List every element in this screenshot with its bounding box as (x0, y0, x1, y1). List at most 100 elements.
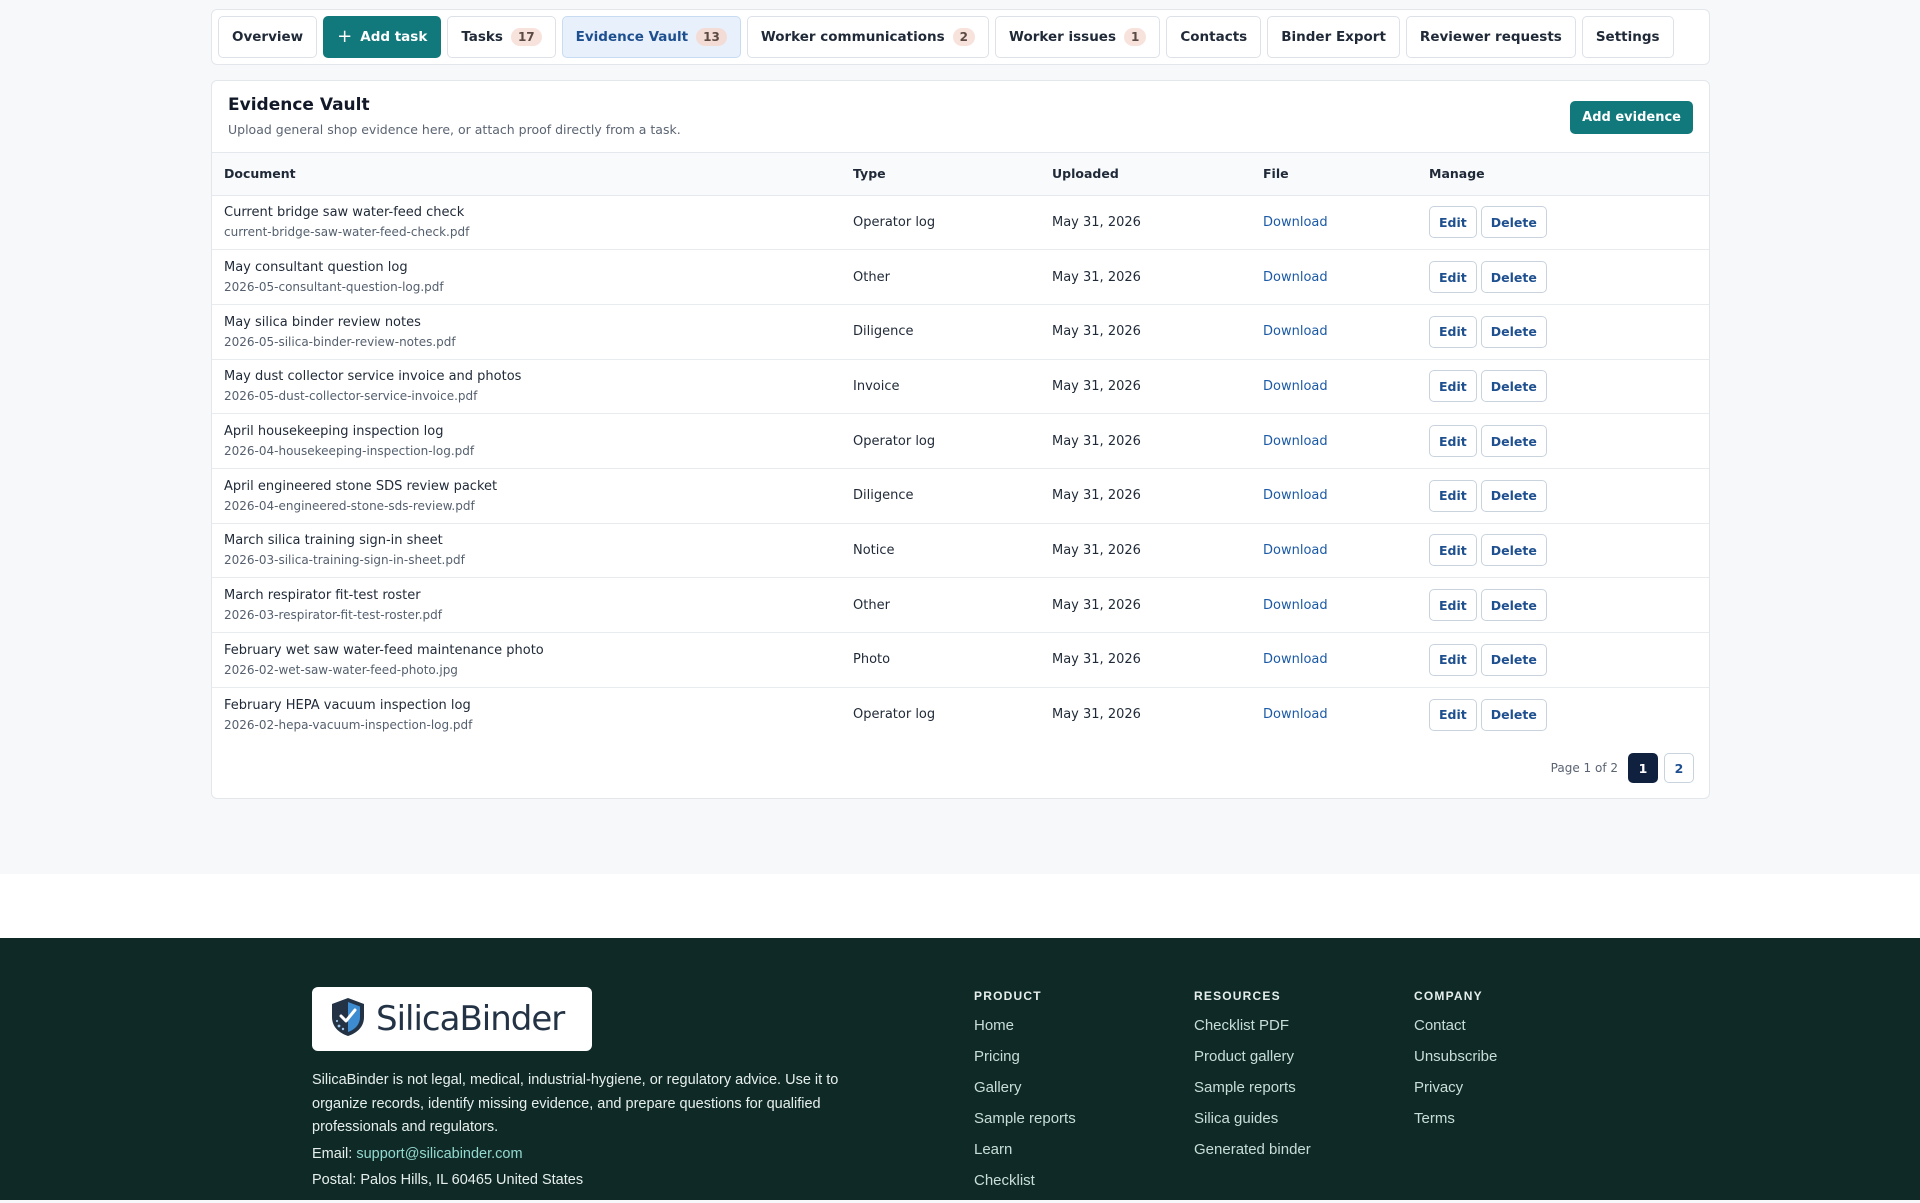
tab-bar: Overview + Add task Tasks 17 Evidence Vault 13… (211, 9, 1710, 65)
tab-evidence-vault[interactable]: Evidence Vault 13 (561, 16, 741, 58)
footer-link-pricing[interactable]: Pricing (974, 1048, 1076, 1079)
footer-link-learn[interactable]: Learn (974, 1141, 1076, 1172)
download-link[interactable]: Download (1263, 270, 1328, 285)
manage-cell: Edit Delete (1429, 195, 1709, 251)
footer-column-heading: COMPANY (1414, 989, 1483, 1003)
tab-label: Overview (232, 29, 304, 45)
page-button-1[interactable]: 1 (1628, 753, 1658, 783)
tab-worker-issues[interactable]: Worker issues 1 (995, 16, 1161, 58)
footer-link-checklist-pdf[interactable]: Checklist PDF (1194, 1017, 1311, 1048)
edit-button[interactable]: Edit (1429, 315, 1477, 348)
delete-button[interactable]: Delete (1480, 643, 1547, 676)
tab-worker-communications[interactable]: Worker communications 2 (746, 16, 990, 58)
manage-cell: Edit Delete (1429, 687, 1709, 742)
edit-button[interactable]: Edit (1429, 534, 1477, 567)
document-title: February wet saw water-feed maintenance … (224, 642, 544, 658)
document-filename: current-bridge-saw-water-feed-check.pdf (224, 225, 470, 240)
edit-button[interactable]: Edit (1429, 261, 1477, 294)
edit-button[interactable]: Edit (1429, 698, 1477, 731)
file-cell: Download (1263, 687, 1429, 742)
footer-link-gallery[interactable]: Gallery (974, 1079, 1076, 1110)
file-cell: Download (1263, 249, 1429, 305)
delete-button[interactable]: Delete (1480, 261, 1547, 294)
tab-binder-export[interactable]: Binder Export (1267, 16, 1400, 58)
file-cell: Download (1263, 195, 1429, 251)
table-row: April engineered stone SDS review packet… (212, 468, 1709, 524)
edit-button[interactable]: Edit (1429, 425, 1477, 458)
document-cell: February HEPA vacuum inspection log 2026-… (212, 687, 853, 742)
delete-button[interactable]: Delete (1480, 315, 1547, 348)
document-title: May silica binder review notes (224, 314, 421, 330)
table-row: February HEPA vacuum inspection log 2026-… (212, 687, 1709, 742)
email-link[interactable]: support@silicabinder.com (356, 1146, 522, 1162)
document-title: Current bridge saw water-feed check (224, 205, 465, 221)
document-title: April housekeeping inspection log (224, 424, 444, 440)
add-evidence-button[interactable]: Add evidence (1570, 101, 1693, 134)
footer-logo[interactable]: SilicaBinder (312, 987, 592, 1051)
footer-disclaimer: SilicaBinder is not legal, medical, indu… (312, 1072, 839, 1135)
manage-cell: Edit Delete (1429, 304, 1709, 360)
document-title: May dust collector service invoice and p… (224, 369, 522, 385)
download-link[interactable]: Download (1263, 379, 1328, 394)
footer-link-silica-guides[interactable]: Silica guides (1194, 1110, 1311, 1141)
tab-reviewer-requests[interactable]: Reviewer requests (1405, 16, 1576, 58)
footer-email: Email: support@silicabinder.com (312, 1146, 523, 1162)
footer-link-product-gallery[interactable]: Product gallery (1194, 1048, 1311, 1079)
tab-settings[interactable]: Settings (1581, 16, 1674, 58)
manage-cell: Edit Delete (1429, 249, 1709, 305)
footer-column-resources: RESOURCES Checklist PDF Product gallery Sam… (1194, 989, 1311, 1172)
download-link[interactable]: Download (1263, 488, 1328, 503)
document-cell: February wet saw water-feed maintenance … (212, 632, 853, 688)
download-link[interactable]: Download (1263, 598, 1328, 613)
delete-button[interactable]: Delete (1480, 534, 1547, 567)
tab-add-task[interactable]: + Add task (323, 16, 442, 58)
document-filename: 2026-04-housekeeping-inspection-log.pdf (224, 444, 475, 459)
delete-button[interactable]: Delete (1480, 589, 1547, 622)
uploaded-cell: May 31, 2026 (1052, 523, 1263, 579)
edit-button[interactable]: Edit (1429, 643, 1477, 676)
email-label: Email: (312, 1146, 353, 1162)
page-button-2[interactable]: 2 (1664, 753, 1694, 783)
delete-button[interactable]: Delete (1480, 370, 1547, 403)
download-link[interactable]: Download (1263, 652, 1328, 667)
download-link[interactable]: Download (1263, 324, 1328, 339)
document-filename: 2026-04-engineered-stone-sds-review.pdf (224, 498, 475, 513)
delete-button[interactable]: Delete (1480, 425, 1547, 458)
footer-link-checklist[interactable]: Checklist (974, 1172, 1076, 1203)
tab-label: Worker communications (760, 29, 945, 45)
footer-link-generated-binder[interactable]: Generated binder (1194, 1141, 1311, 1172)
edit-button[interactable]: Edit (1429, 370, 1477, 403)
footer-link-privacy[interactable]: Privacy (1414, 1079, 1497, 1110)
table-row: Current bridge saw water-feed check curre… (212, 195, 1709, 251)
footer-column-product: PRODUCT Home Pricing Gallery Sample reports L… (974, 989, 1076, 1203)
footer-link-terms[interactable]: Terms (1414, 1110, 1497, 1141)
footer-link-sample-reports[interactable]: Sample reports (974, 1110, 1076, 1141)
column-header-manage: Manage (1429, 153, 1709, 196)
download-link[interactable]: Download (1263, 215, 1328, 230)
delete-button[interactable]: Delete (1480, 479, 1547, 512)
document-cell: March silica training sign-in sheet 2026-… (212, 523, 853, 579)
document-title: April engineered stone SDS review packet (224, 478, 498, 494)
download-link[interactable]: Download (1263, 707, 1328, 722)
download-link[interactable]: Download (1263, 543, 1328, 558)
footer-link-contact[interactable]: Contact (1414, 1017, 1497, 1048)
card-header: Evidence Vault Upload general shop evide… (212, 81, 1709, 153)
footer-column-heading: PRODUCT (974, 989, 1042, 1003)
footer-link-unsubscribe[interactable]: Unsubscribe (1414, 1048, 1497, 1079)
document-filename: 2026-05-consultant-question-log.pdf (224, 280, 444, 295)
column-header-document: Document (212, 153, 853, 196)
download-link[interactable]: Download (1263, 434, 1328, 449)
edit-button[interactable]: Edit (1429, 589, 1477, 622)
delete-button[interactable]: Delete (1480, 206, 1547, 239)
footer-link-sample-reports[interactable]: Sample reports (1194, 1079, 1311, 1110)
tab-overview[interactable]: Overview (218, 16, 318, 58)
edit-button[interactable]: Edit (1429, 479, 1477, 512)
uploaded-cell: May 31, 2026 (1052, 359, 1263, 415)
footer-link-home[interactable]: Home (974, 1017, 1076, 1048)
uploaded-cell: May 31, 2026 (1052, 468, 1263, 524)
table-row: April housekeeping inspection log 2026-04… (212, 413, 1709, 469)
edit-button[interactable]: Edit (1429, 206, 1477, 239)
delete-button[interactable]: Delete (1480, 698, 1547, 731)
tab-contacts[interactable]: Contacts (1166, 16, 1262, 58)
tab-tasks[interactable]: Tasks 17 (447, 16, 556, 58)
